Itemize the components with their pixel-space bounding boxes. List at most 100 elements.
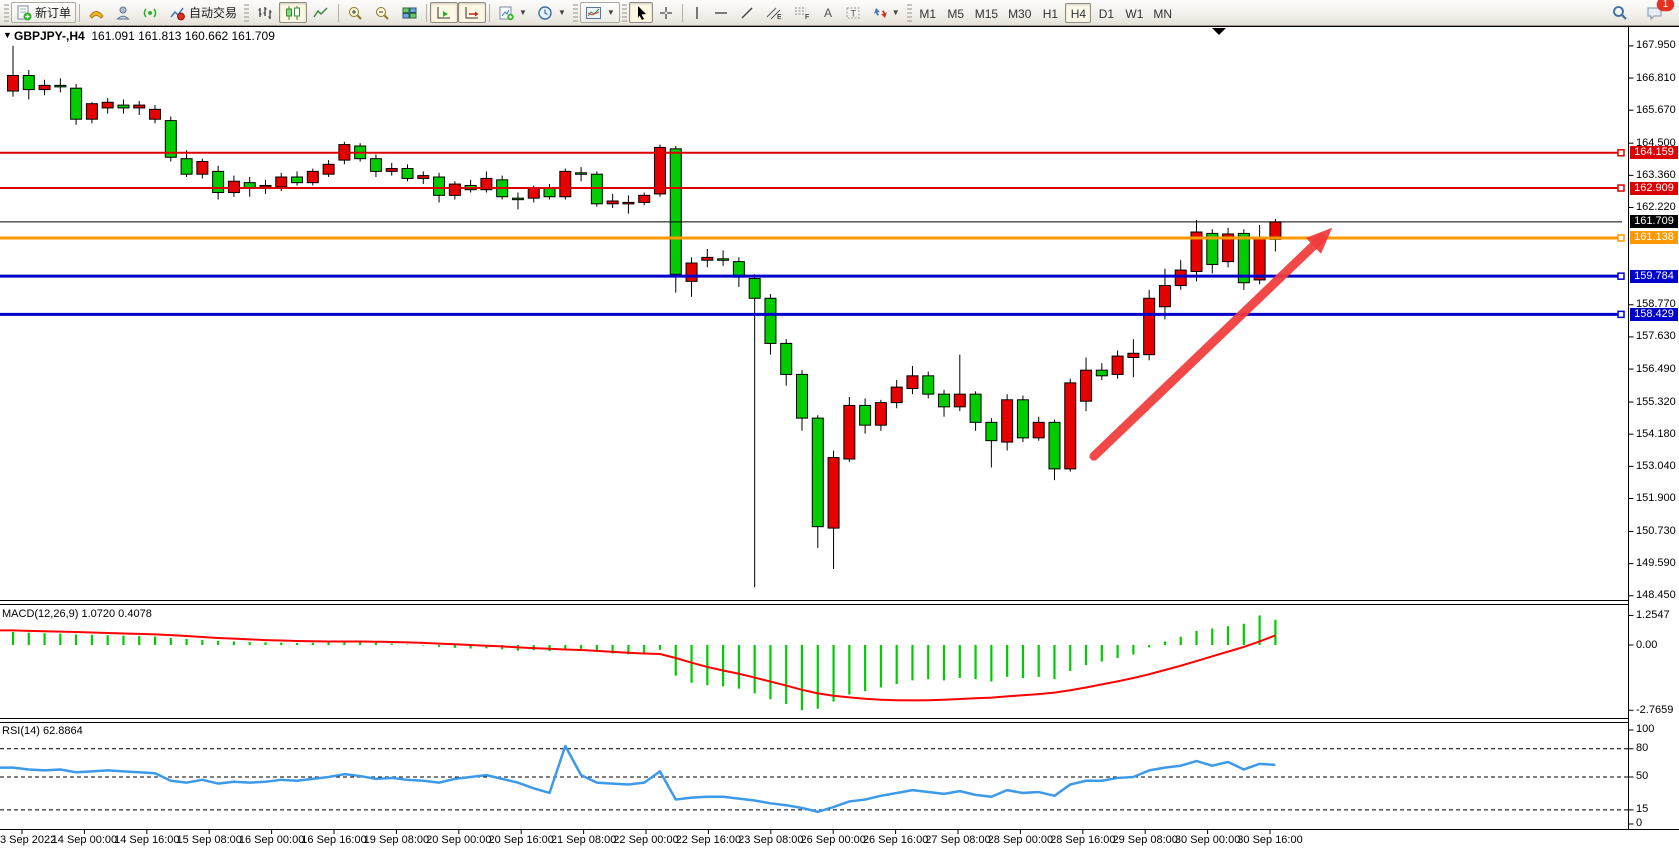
candle-body	[181, 159, 192, 175]
candle-body	[718, 259, 729, 261]
candle-body	[118, 105, 129, 108]
candle-body	[86, 104, 97, 120]
candle-body	[23, 76, 34, 90]
macd-label: MACD(12,26,9) 1.0720 0.4078	[2, 608, 152, 620]
hline-endpoint	[1618, 185, 1624, 191]
candle-body	[670, 149, 681, 274]
candle-body	[623, 202, 634, 204]
macd-signal-line	[0, 630, 1275, 700]
candle-body	[1159, 286, 1170, 307]
price-tick: 151.900	[1636, 492, 1676, 504]
candle-body	[134, 105, 145, 108]
time-label: 20 Sep 16:00	[488, 834, 553, 846]
mt4-window: 新订单 自动交易	[0, 0, 1679, 850]
trend-arrow	[1094, 237, 1322, 456]
candle-body	[607, 201, 618, 204]
candle-body	[276, 177, 287, 187]
candle-body	[686, 263, 697, 281]
price-badge: 158.429	[1630, 308, 1678, 321]
candle-body	[307, 171, 318, 182]
candle-body	[528, 188, 539, 198]
macd-tick: -2.7659	[1636, 704, 1673, 716]
candle-body	[860, 405, 871, 425]
candle-body	[781, 343, 792, 374]
price-tick: 156.490	[1636, 363, 1676, 375]
price-badge: 161.138	[1630, 231, 1678, 244]
candle-body	[150, 109, 161, 119]
price-tick: 166.810	[1636, 72, 1676, 84]
candle-body	[370, 159, 381, 172]
candle-body	[39, 85, 50, 89]
hline-endpoint	[1618, 311, 1624, 317]
time-label: 30 Sep 16:00	[1237, 834, 1302, 846]
symbol-period-label: GBPJPY-,H4	[14, 29, 85, 43]
time-label: 21 Sep 08:00	[551, 834, 616, 846]
time-label: 28 Sep 00:00	[988, 834, 1053, 846]
price-badge: 161.709	[1630, 215, 1678, 228]
time-label: 19 Sep 08:00	[364, 834, 429, 846]
candle-body	[1144, 298, 1155, 354]
time-label: 26 Sep 16:00	[863, 834, 928, 846]
candle-body	[1254, 238, 1265, 280]
candle-body	[828, 458, 839, 528]
time-label: 29 Sep 08:00	[1112, 834, 1177, 846]
candle-body	[1081, 370, 1092, 401]
candle-body	[954, 394, 965, 407]
candle-body	[544, 188, 555, 196]
hline-endpoint	[1618, 273, 1624, 279]
rsi-tick: 0	[1636, 817, 1642, 829]
time-label: 27 Sep 08:00	[925, 834, 990, 846]
candle-body	[434, 177, 445, 195]
rsi-tick: 100	[1636, 723, 1654, 735]
candle-body	[560, 171, 571, 196]
candle-body	[1112, 356, 1123, 374]
hline-endpoint	[1618, 150, 1624, 156]
macd-tick: 1.2547	[1636, 609, 1670, 621]
candle-body	[449, 184, 460, 195]
candle-body	[418, 176, 429, 179]
candle-body	[165, 121, 176, 158]
candle-body	[702, 257, 713, 260]
candle-body	[639, 195, 650, 202]
candle-body	[323, 164, 334, 174]
candle-body	[907, 376, 918, 389]
candle-body	[875, 403, 886, 426]
time-label: 14 Sep 16:00	[114, 834, 179, 846]
price-tick: 148.450	[1636, 589, 1676, 601]
candle-body	[812, 418, 823, 527]
chart-canvas[interactable]	[0, 0, 1679, 850]
time-label: 3 Sep 2022	[0, 834, 56, 846]
time-label: 20 Sep 00:00	[426, 834, 491, 846]
price-tick: 149.590	[1636, 557, 1676, 569]
time-label: 22 Sep 16:00	[676, 834, 741, 846]
candle-body	[1033, 422, 1044, 438]
time-label: 15 Sep 08:00	[176, 834, 241, 846]
price-tick: 150.730	[1636, 525, 1676, 537]
candle-body	[765, 298, 776, 343]
hline-endpoint	[1618, 235, 1624, 241]
rsi-tick: 80	[1636, 742, 1648, 754]
candle-body	[1128, 353, 1139, 357]
candle-body	[923, 376, 934, 394]
candle-body	[1096, 370, 1107, 376]
candle-body	[749, 279, 760, 299]
time-label: 28 Sep 16:00	[1050, 834, 1115, 846]
price-tick: 162.220	[1636, 201, 1676, 213]
candle-body	[8, 76, 19, 92]
candle-body	[797, 374, 808, 418]
candle-body	[55, 85, 66, 87]
chart-title: GBPJPY-,H4 161.091 161.813 160.662 161.7…	[14, 29, 275, 43]
candle-body	[386, 169, 397, 172]
shift-marker-icon	[1212, 28, 1226, 35]
candle-body	[970, 394, 981, 422]
time-label: 30 Sep 00:00	[1175, 834, 1240, 846]
time-label: 16 Sep 00:00	[239, 834, 304, 846]
price-badge: 164.159	[1630, 146, 1678, 159]
price-tick: 155.320	[1636, 396, 1676, 408]
candle-body	[891, 387, 902, 403]
title-marker-icon[interactable]: ▼	[3, 30, 12, 40]
price-tick: 163.360	[1636, 169, 1676, 181]
candle-body	[292, 177, 303, 183]
price-badge: 159.784	[1630, 270, 1678, 283]
candle-body	[402, 169, 413, 179]
